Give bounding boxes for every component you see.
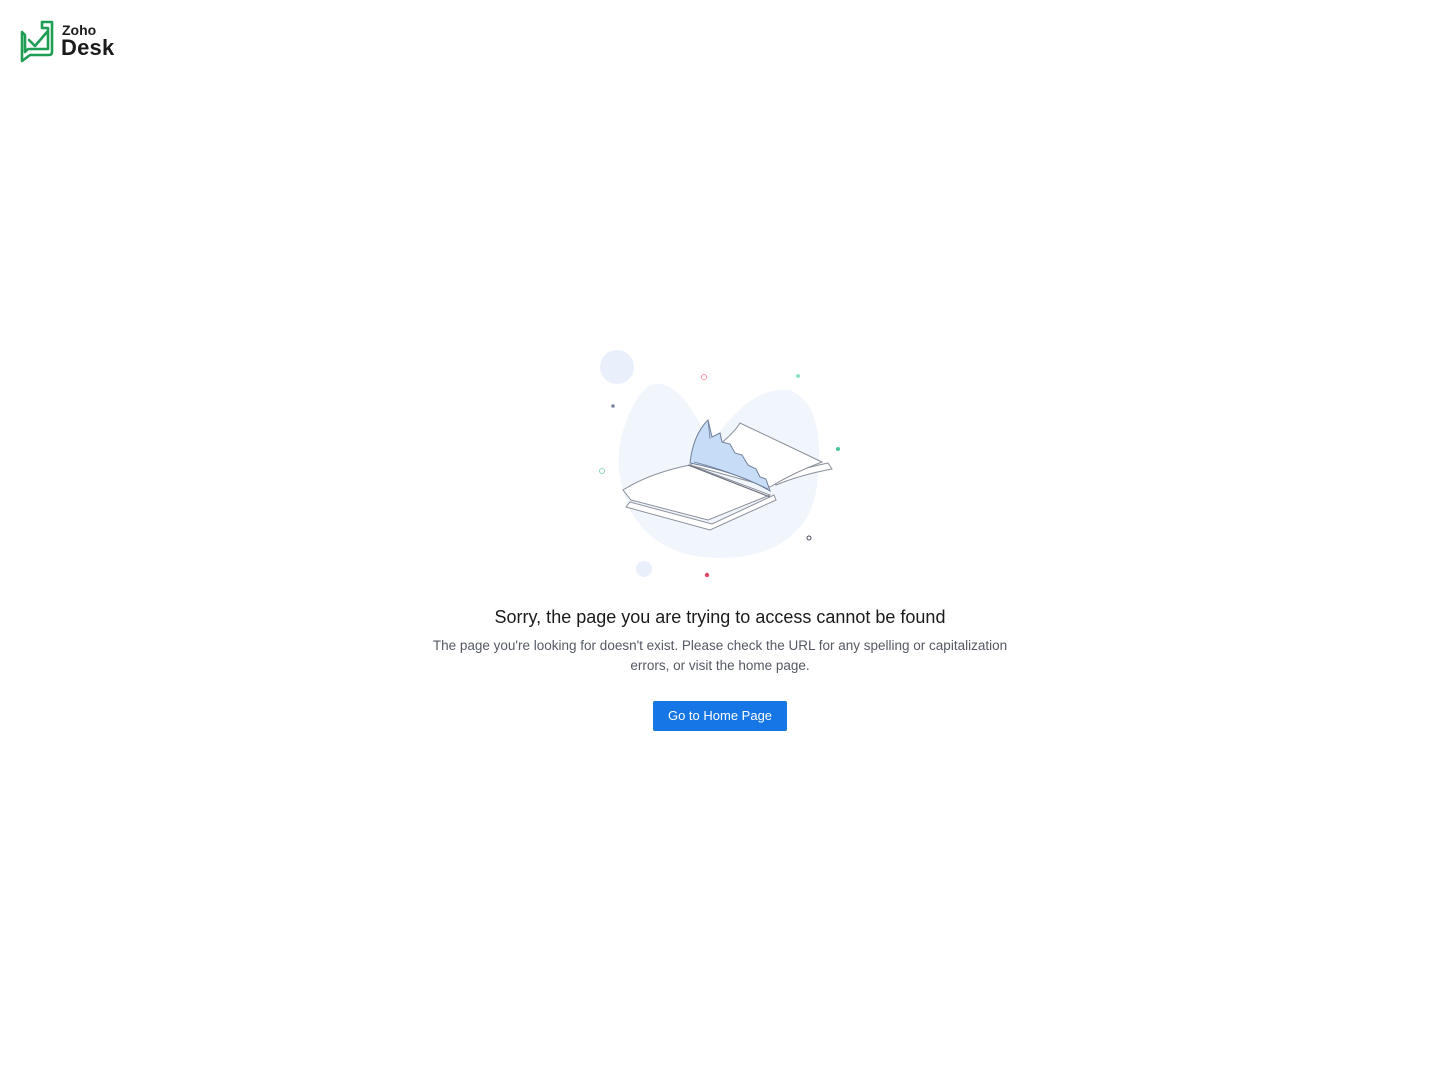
error-description: The page you're looking for doesn't exis… (432, 638, 1008, 673)
logo-main-text: Desk (61, 35, 115, 60)
torn-book-icon (599, 350, 840, 578)
zoho-desk-logo-icon (20, 20, 54, 63)
go-to-home-page-button[interactable]: Go to Home Page (653, 701, 787, 731)
page-title: Sorry, the page you are trying to access… (494, 607, 946, 627)
zoho-desk-logo[interactable]: Zoho Desk (19, 19, 129, 65)
